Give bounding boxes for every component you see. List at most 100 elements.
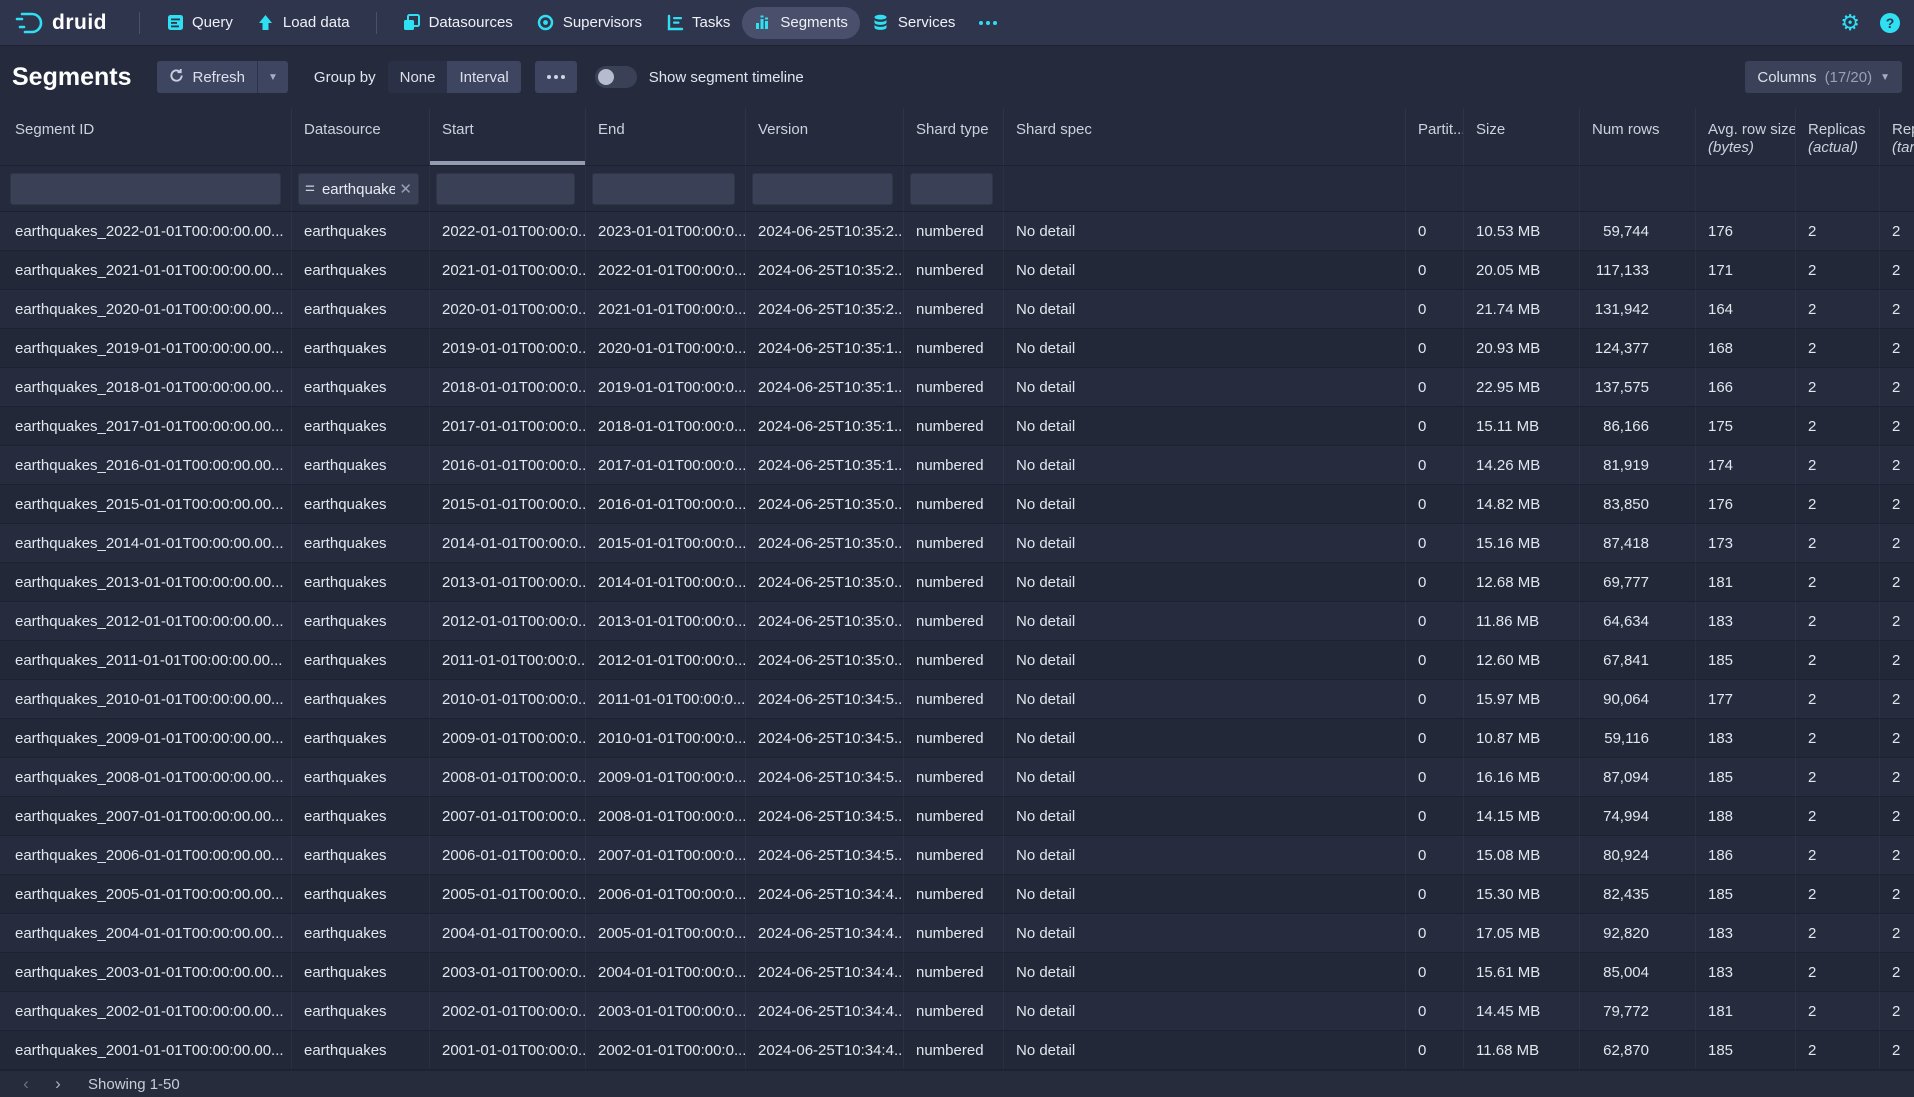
table-row[interactable]: earthquakes_2004-01-01T00:00:00.00... ea… — [0, 914, 1914, 953]
cell-replicas: 2 — [1796, 212, 1880, 250]
filter-clear-icon[interactable]: ✕ — [399, 180, 412, 198]
cell-num-rows: 74,994 — [1580, 797, 1696, 835]
columns-button[interactable]: Columns (17/20) ▼ — [1745, 61, 1902, 93]
header-partition[interactable]: Partit... — [1406, 108, 1464, 165]
table-row[interactable]: earthquakes_2006-01-01T00:00:00.00... ea… — [0, 836, 1914, 875]
table-row[interactable]: earthquakes_2011-01-01T00:00:00.00... ea… — [0, 641, 1914, 680]
help-icon[interactable]: ? — [1880, 13, 1900, 33]
prev-page-button[interactable]: ‹ — [10, 1073, 42, 1095]
header-segment-id[interactable]: Segment ID — [0, 108, 292, 165]
table-row[interactable]: earthquakes_2007-01-01T00:00:00.00... ea… — [0, 797, 1914, 836]
cell-avg-row-size: 176 — [1696, 485, 1796, 523]
group-by-interval-button[interactable]: Interval — [447, 61, 520, 93]
table-row[interactable]: earthquakes_2019-01-01T00:00:00.00... ea… — [0, 329, 1914, 368]
cell-segment-id[interactable]: earthquakes_2008-01-01T00:00:00.00... — [0, 758, 292, 796]
logo-text: druid — [52, 11, 107, 35]
nav-item-services[interactable]: Services — [860, 7, 968, 39]
table-row[interactable]: earthquakes_2018-01-01T00:00:00.00... ea… — [0, 368, 1914, 407]
header-avg-row-size[interactable]: Avg. row size(bytes) — [1696, 108, 1796, 165]
filter-datasource[interactable]: = earthquakes ✕ — [298, 173, 419, 205]
filter-start[interactable] — [436, 173, 575, 205]
header-end[interactable]: End — [586, 108, 746, 165]
cell-segment-id[interactable]: earthquakes_2014-01-01T00:00:00.00... — [0, 524, 292, 562]
nav-item-label: Tasks — [692, 14, 730, 31]
table-row[interactable]: earthquakes_2016-01-01T00:00:00.00... ea… — [0, 446, 1914, 485]
settings-gear-icon[interactable]: ⚙ — [1840, 14, 1860, 32]
nav-item-tasks[interactable]: Tasks — [654, 7, 742, 39]
cell-segment-id[interactable]: earthquakes_2020-01-01T00:00:00.00... — [0, 290, 292, 328]
cell-size: 14.82 MB — [1464, 485, 1580, 523]
table-row[interactable]: earthquakes_2005-01-01T00:00:00.00... ea… — [0, 875, 1914, 914]
top-nav: druid Query Load data Datasources — [0, 0, 1914, 46]
cell-segment-id[interactable]: earthquakes_2012-01-01T00:00:00.00... — [0, 602, 292, 640]
header-shard-type[interactable]: Shard type — [904, 108, 1004, 165]
filter-version[interactable] — [752, 173, 893, 205]
nav-item-query[interactable]: Query — [154, 7, 245, 39]
nav-item-segments[interactable]: Segments — [742, 7, 860, 39]
header-replication-factor[interactable]: Replication factor(target) — [1880, 108, 1914, 165]
table-row[interactable]: earthquakes_2021-01-01T00:00:00.00... ea… — [0, 251, 1914, 290]
cell-segment-id[interactable]: earthquakes_2009-01-01T00:00:00.00... — [0, 719, 292, 757]
cell-segment-id[interactable]: earthquakes_2002-01-01T00:00:00.00... — [0, 992, 292, 1030]
filter-segment-id[interactable] — [10, 173, 281, 205]
table-row[interactable]: earthquakes_2015-01-01T00:00:00.00... ea… — [0, 485, 1914, 524]
table-row[interactable]: earthquakes_2014-01-01T00:00:00.00... ea… — [0, 524, 1914, 563]
table-row[interactable]: earthquakes_2020-01-01T00:00:00.00... ea… — [0, 290, 1914, 329]
cell-segment-id[interactable]: earthquakes_2018-01-01T00:00:00.00... — [0, 368, 292, 406]
cell-start: 2018-01-01T00:00:0... — [430, 368, 586, 406]
table-row[interactable]: earthquakes_2008-01-01T00:00:00.00... ea… — [0, 758, 1914, 797]
header-version[interactable]: Version — [746, 108, 904, 165]
cell-segment-id[interactable]: earthquakes_2006-01-01T00:00:00.00... — [0, 836, 292, 874]
cell-segment-id[interactable]: earthquakes_2017-01-01T00:00:00.00... — [0, 407, 292, 445]
cell-datasource: earthquakes — [292, 719, 430, 757]
cell-end: 2011-01-01T00:00:0... — [586, 680, 746, 718]
cell-shard-type: numbered — [904, 290, 1004, 328]
cell-segment-id[interactable]: earthquakes_2015-01-01T00:00:00.00... — [0, 485, 292, 523]
cell-segment-id[interactable]: earthquakes_2021-01-01T00:00:00.00... — [0, 251, 292, 289]
cell-segment-id[interactable]: earthquakes_2007-01-01T00:00:00.00... — [0, 797, 292, 835]
table-row[interactable]: earthquakes_2001-01-01T00:00:00.00... ea… — [0, 1031, 1914, 1070]
cell-datasource: earthquakes — [292, 563, 430, 601]
header-replicas[interactable]: Replicas(actual) — [1796, 108, 1880, 165]
cell-size: 20.05 MB — [1464, 251, 1580, 289]
cell-num-rows: 59,744 — [1580, 212, 1696, 250]
next-page-button[interactable]: › — [42, 1073, 74, 1095]
refresh-interval-dropdown[interactable]: ▼ — [257, 61, 288, 93]
header-size[interactable]: Size — [1464, 108, 1580, 165]
druid-logo[interactable]: druid — [14, 10, 107, 36]
header-start[interactable]: Start — [430, 108, 586, 165]
table-row[interactable]: earthquakes_2013-01-01T00:00:00.00... ea… — [0, 563, 1914, 602]
cell-segment-id[interactable]: earthquakes_2022-01-01T00:00:00.00... — [0, 212, 292, 250]
nav-more-button[interactable] — [967, 14, 1009, 32]
table-row[interactable]: earthquakes_2002-01-01T00:00:00.00... ea… — [0, 992, 1914, 1031]
table-row[interactable]: earthquakes_2003-01-01T00:00:00.00... ea… — [0, 953, 1914, 992]
table-row[interactable]: earthquakes_2022-01-01T00:00:00.00... ea… — [0, 212, 1914, 251]
header-shard-spec[interactable]: Shard spec — [1004, 108, 1406, 165]
nav-item-supervisors[interactable]: Supervisors — [525, 7, 654, 39]
cell-segment-id[interactable]: earthquakes_2005-01-01T00:00:00.00... — [0, 875, 292, 913]
table-row[interactable]: earthquakes_2009-01-01T00:00:00.00... ea… — [0, 719, 1914, 758]
cell-shard-type: numbered — [904, 407, 1004, 445]
cell-segment-id[interactable]: earthquakes_2010-01-01T00:00:00.00... — [0, 680, 292, 718]
table-row[interactable]: earthquakes_2010-01-01T00:00:00.00... ea… — [0, 680, 1914, 719]
timeline-toggle[interactable] — [595, 66, 637, 88]
cell-segment-id[interactable]: earthquakes_2004-01-01T00:00:00.00... — [0, 914, 292, 952]
header-num-rows[interactable]: Num rows — [1580, 108, 1696, 165]
table-row[interactable]: earthquakes_2012-01-01T00:00:00.00... ea… — [0, 602, 1914, 641]
nav-item-datasources[interactable]: Datasources — [391, 7, 525, 39]
cell-start: 2020-01-01T00:00:0... — [430, 290, 586, 328]
cell-segment-id[interactable]: earthquakes_2019-01-01T00:00:00.00... — [0, 329, 292, 367]
filter-shard-type[interactable] — [910, 173, 993, 205]
group-by-none-button[interactable]: None — [388, 61, 448, 93]
toolbar-more-button[interactable] — [535, 61, 577, 93]
filter-end[interactable] — [592, 173, 735, 205]
cell-segment-id[interactable]: earthquakes_2001-01-01T00:00:00.00... — [0, 1031, 292, 1069]
table-row[interactable]: earthquakes_2017-01-01T00:00:00.00... ea… — [0, 407, 1914, 446]
cell-segment-id[interactable]: earthquakes_2016-01-01T00:00:00.00... — [0, 446, 292, 484]
nav-item-load-data[interactable]: Load data — [245, 7, 362, 39]
cell-segment-id[interactable]: earthquakes_2003-01-01T00:00:00.00... — [0, 953, 292, 991]
cell-segment-id[interactable]: earthquakes_2011-01-01T00:00:00.00... — [0, 641, 292, 679]
header-datasource[interactable]: Datasource — [292, 108, 430, 165]
cell-segment-id[interactable]: earthquakes_2013-01-01T00:00:00.00... — [0, 563, 292, 601]
refresh-button[interactable]: Refresh — [157, 61, 257, 93]
